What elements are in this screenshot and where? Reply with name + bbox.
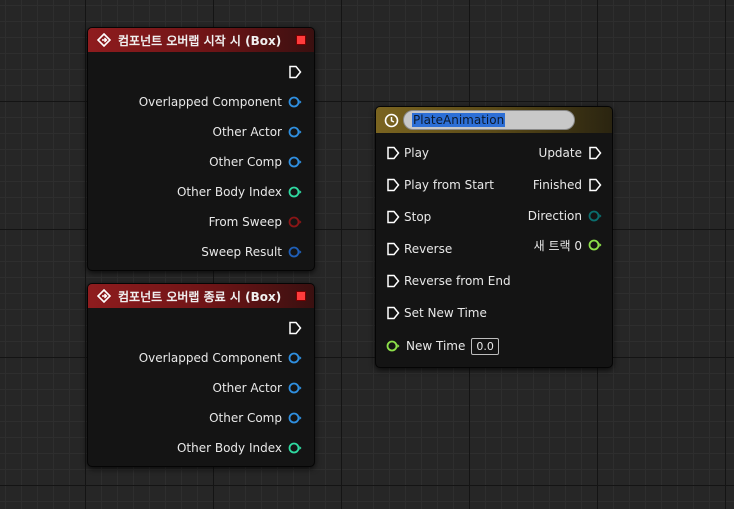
pin-row-play[interactable]: Play: [376, 143, 429, 163]
exec-out-pin-icon[interactable]: [588, 178, 602, 192]
pin-label: From Sweep: [208, 215, 282, 229]
struct-pin-icon[interactable]: [288, 245, 302, 259]
pin-label: Reverse: [404, 242, 453, 256]
pin-label: Other Actor: [212, 381, 282, 395]
end-overlap-node-title: 컴포넌트 오버랩 종료 시 (Box): [118, 289, 282, 304]
pin-label: Finished: [532, 178, 582, 192]
pin-row-play-from-start[interactable]: Play from Start: [376, 175, 494, 195]
delegate-pin-icon[interactable]: [296, 35, 306, 45]
pin-label: Stop: [404, 210, 432, 224]
exec-out-pin-icon[interactable]: [588, 146, 602, 160]
delegate-pin-icon[interactable]: [296, 291, 306, 301]
exec-in-pin-icon[interactable]: [386, 274, 400, 288]
pin-row-other-comp[interactable]: Other Comp: [209, 152, 314, 172]
exec-out-pin-icon[interactable]: [288, 65, 302, 79]
exec-output-row[interactable]: [288, 62, 314, 82]
pin-row-finished[interactable]: Finished: [533, 175, 612, 195]
timeline-node[interactable]: PlateAnimation Play Play from Start Stop…: [375, 106, 613, 368]
pin-row-reverse-from-end[interactable]: Reverse from End: [376, 271, 511, 291]
pin-row-overlapped-component[interactable]: Overlapped Component: [139, 348, 314, 368]
pin-label: Update: [538, 146, 582, 160]
pin-label: Overlapped Component: [138, 351, 282, 365]
exec-in-pin-icon[interactable]: [386, 306, 400, 320]
pin-label: Other Body Index: [176, 441, 282, 455]
exec-in-pin-icon[interactable]: [386, 146, 400, 160]
begin-overlap-node-title: 컴포넌트 오버랩 시작 시 (Box): [118, 33, 282, 48]
pin-label: Play from Start: [404, 178, 494, 192]
pin-row-other-actor[interactable]: Other Actor: [213, 122, 314, 142]
blueprint-graph-canvas[interactable]: 컴포넌트 오버랩 시작 시 (Box) Overlapped Component…: [0, 0, 734, 509]
timeline-name-selected-text: PlateAnimation: [412, 113, 506, 127]
clock-icon: [383, 112, 399, 128]
object-pin-icon[interactable]: [288, 381, 302, 395]
object-pin-icon[interactable]: [288, 125, 302, 139]
float-pin-icon[interactable]: [386, 339, 400, 353]
pin-label: New Time: [406, 339, 466, 353]
end-overlap-node[interactable]: 컴포넌트 오버랩 종료 시 (Box) Overlapped Component…: [87, 283, 315, 467]
pin-row-sweep-result[interactable]: Sweep Result: [201, 242, 314, 262]
pin-label: Other Comp: [209, 155, 282, 169]
pin-row-other-comp[interactable]: Other Comp: [209, 408, 314, 428]
pin-row-new-time[interactable]: New Time 0.0: [376, 336, 499, 356]
event-diamond-icon: [96, 288, 112, 304]
float-pin-icon[interactable]: [588, 238, 602, 252]
object-pin-icon[interactable]: [288, 155, 302, 169]
pin-row-from-sweep[interactable]: From Sweep: [209, 212, 314, 232]
pin-label: Other Actor: [212, 125, 282, 139]
pin-row-other-body-index[interactable]: Other Body Index: [177, 438, 314, 458]
pin-label: Sweep Result: [201, 245, 282, 259]
end-overlap-node-header[interactable]: 컴포넌트 오버랩 종료 시 (Box): [88, 284, 314, 308]
timeline-node-header[interactable]: PlateAnimation: [376, 107, 612, 133]
boolean-pin-icon[interactable]: [288, 215, 302, 229]
new-time-value-field[interactable]: 0.0: [471, 337, 499, 355]
pin-row-other-actor[interactable]: Other Actor: [213, 378, 314, 398]
exec-in-pin-icon[interactable]: [386, 210, 400, 224]
exec-output-row[interactable]: [288, 318, 314, 338]
object-pin-icon[interactable]: [288, 95, 302, 109]
pin-label: Other Comp: [209, 411, 282, 425]
begin-overlap-node[interactable]: 컴포넌트 오버랩 시작 시 (Box) Overlapped Component…: [87, 27, 315, 271]
pin-row-other-body-index[interactable]: Other Body Index: [177, 182, 314, 202]
pin-label: Play: [404, 146, 430, 160]
pin-row-direction[interactable]: Direction: [528, 206, 612, 226]
pin-row-stop[interactable]: Stop: [376, 207, 431, 227]
pin-label: Set New Time: [404, 306, 487, 320]
integer-pin-icon[interactable]: [288, 441, 302, 455]
exec-in-pin-icon[interactable]: [386, 242, 400, 256]
pin-label: Other Body Index: [176, 185, 282, 199]
pin-label: Overlapped Component: [138, 95, 282, 109]
pin-row-overlapped-component[interactable]: Overlapped Component: [139, 92, 314, 112]
enum-pin-icon[interactable]: [588, 209, 602, 223]
pin-row-set-new-time[interactable]: Set New Time: [376, 303, 487, 323]
pin-row-update[interactable]: Update: [539, 143, 612, 163]
pin-label: Direction: [527, 209, 582, 223]
pin-row-new-track-0[interactable]: 새 트랙 0: [534, 235, 612, 255]
begin-overlap-node-header[interactable]: 컴포넌트 오버랩 시작 시 (Box): [88, 28, 314, 52]
timeline-name-input[interactable]: PlateAnimation: [403, 110, 575, 130]
integer-pin-icon[interactable]: [288, 185, 302, 199]
exec-out-pin-icon[interactable]: [288, 321, 302, 335]
pin-label: Reverse from End: [404, 274, 511, 288]
pin-row-reverse[interactable]: Reverse: [376, 239, 452, 259]
object-pin-icon[interactable]: [288, 351, 302, 365]
exec-in-pin-icon[interactable]: [386, 178, 400, 192]
object-pin-icon[interactable]: [288, 411, 302, 425]
pin-label: 새 트랙 0: [533, 238, 582, 253]
event-diamond-icon: [96, 32, 112, 48]
